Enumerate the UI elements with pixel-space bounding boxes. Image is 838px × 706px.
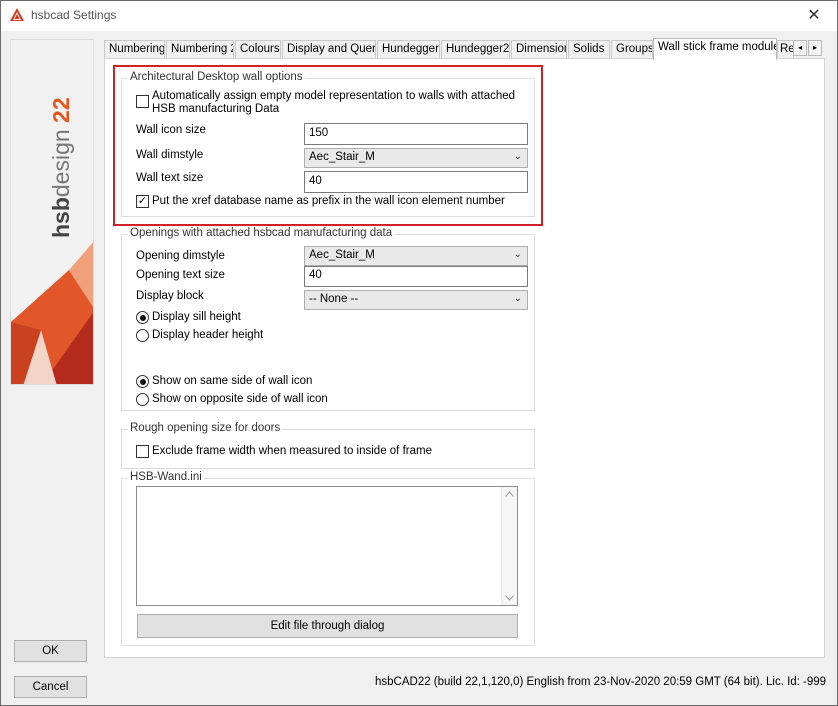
scroll-up-icon [505,491,514,497]
tab-scroll-left-button[interactable]: ◂ [793,40,807,56]
brand-banner: hsbdesign 22 [10,39,94,385]
tab-numbering[interactable]: Numbering [104,40,165,59]
tab-solids[interactable]: Solids [568,40,610,59]
tab-overflow[interactable]: Re [777,40,794,59]
same-side-radio[interactable] [136,375,149,388]
ok-button[interactable]: OK [14,640,87,662]
tab-wall-stick-frame-module[interactable]: Wall stick frame module [653,38,777,60]
tab-dimension[interactable]: Dimension [511,40,567,59]
display-header-height-radio[interactable] [136,329,149,342]
chevron-down-icon: ⌄ [513,249,522,260]
highlight-box [113,65,543,226]
scroll-down-icon [505,595,514,601]
brand-graphic [11,242,93,384]
display-block-value: -- None -- [309,293,359,305]
display-block-label: Display block [136,290,204,302]
tab-hundegger[interactable]: Hundegger [377,40,440,59]
svg-text:hsbdesign 22: hsbdesign 22 [48,97,74,238]
close-button[interactable]: ✕ [791,1,837,30]
hsbdesign-logo: hsbdesign 22 [48,97,74,238]
opening-dimstyle-label: Opening dimstyle [136,250,225,262]
tab-groups[interactable]: Groups [611,40,653,59]
display-sill-height-label: Display sill height [152,311,241,323]
tab-hundegger2[interactable]: Hundegger2 [441,40,510,59]
exclude-frame-width-checkbox[interactable] [136,445,149,458]
edit-file-button[interactable]: Edit file through dialog [137,614,518,638]
cancel-button[interactable]: Cancel [14,676,87,698]
window-title: hsbcad Settings [31,8,117,22]
openings-group-title: Openings with attached hsbcad manufactur… [128,227,395,239]
tab-colours[interactable]: Colours [235,40,281,59]
opening-dimstyle-value: Aec_Stair_M [309,249,375,261]
tab-strip: Numbering Numbering 2 Colours Display an… [104,38,824,60]
title-bar: hsbcad Settings ✕ [1,1,837,31]
settings-window: hsbcad Settings ✕ hsbdesign 22 Numbering… [0,0,838,706]
display-block-select[interactable]: -- None -- ⌄ [304,290,528,310]
close-icon: ✕ [807,7,821,24]
ini-text-area[interactable] [136,486,518,606]
ini-group-title: HSB-Wand.ini [128,471,204,483]
display-header-height-label: Display header height [152,329,264,341]
chevron-down-icon: ⌄ [513,293,522,304]
opposite-side-radio[interactable] [136,393,149,406]
rough-opening-group-title: Rough opening size for doors [128,422,283,434]
opening-dimstyle-select[interactable]: Aec_Stair_M ⌄ [304,246,528,266]
tab-scroll-right-button[interactable]: ▸ [808,40,822,56]
opening-text-size-input[interactable]: 40 [304,266,528,287]
tab-numbering-2[interactable]: Numbering 2 [166,40,234,59]
status-text: hsbCAD22 (build 22,1,120,0) English from… [375,676,827,688]
opening-text-size-label: Opening text size [136,269,225,281]
tab-display-and-query[interactable]: Display and Query [282,40,376,59]
same-side-label: Show on same side of wall icon [152,375,313,387]
arrow-left-icon: ◂ [797,43,802,52]
ini-scrollbar[interactable] [501,487,517,605]
opposite-side-label: Show on opposite side of wall icon [152,393,328,405]
display-sill-height-radio[interactable] [136,311,149,324]
hsbcad-app-icon [10,8,24,21]
arrow-right-icon: ▸ [812,43,817,52]
exclude-frame-width-label: Exclude frame width when measured to ins… [152,445,432,457]
